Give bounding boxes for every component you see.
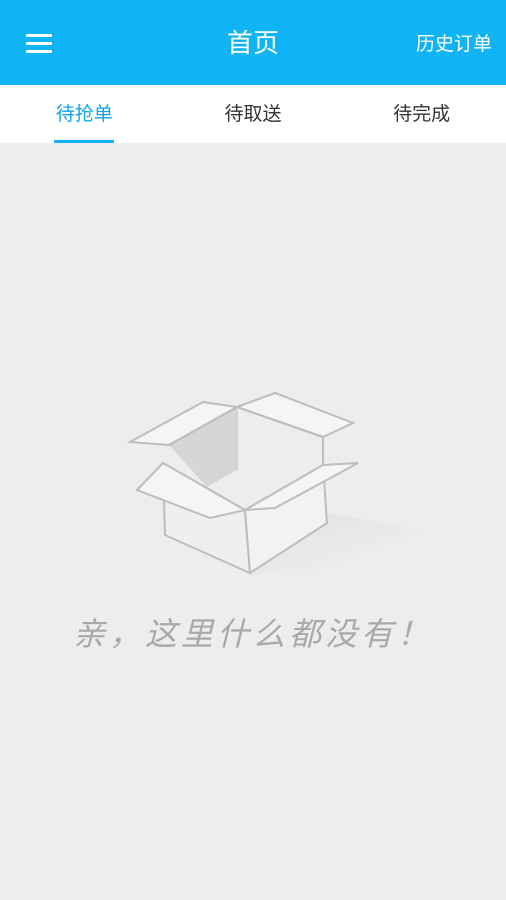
tab-pending-completion[interactable]: 待完成	[337, 85, 506, 143]
empty-state-message: 亲，这里什么都没有！	[72, 615, 433, 653]
tab-pending-pickup-delivery[interactable]: 待取送	[169, 85, 338, 143]
tab-pending-grab[interactable]: 待抢单	[0, 85, 169, 143]
menu-icon-line	[26, 50, 52, 53]
tab-label: 待抢单	[55, 103, 113, 125]
active-tab-indicator	[54, 140, 115, 143]
menu-icon-line	[26, 42, 52, 45]
order-status-tabs: 待抢单 待取送 待完成	[0, 85, 506, 143]
tab-label: 待取送	[224, 103, 282, 125]
menu-icon-line	[26, 34, 52, 37]
tab-label: 待完成	[393, 103, 451, 125]
top-app-bar: 首页 历史订单	[0, 0, 506, 85]
app-screen: 首页 历史订单 待抢单 待取送 待完成 亲，这里什么都没有！	[0, 0, 506, 900]
history-orders-link[interactable]: 历史订单	[416, 0, 492, 88]
box-back-right-flap	[234, 391, 356, 439]
empty-box-icon	[126, 391, 425, 575]
menu-icon[interactable]	[18, 26, 60, 62]
